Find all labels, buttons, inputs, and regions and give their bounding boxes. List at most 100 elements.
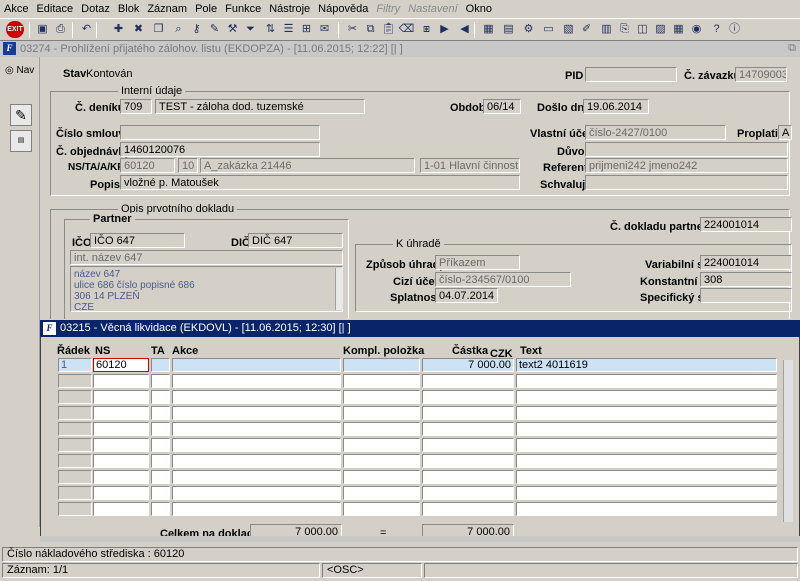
grid-cell-text[interactable] [516, 486, 777, 500]
web-icon[interactable]: ◉ [688, 21, 705, 38]
grid-cell-radek[interactable]: 1 [58, 358, 92, 372]
cut-icon[interactable]: ✂ [344, 21, 361, 38]
c-zavazku-field[interactable]: 1470900393 [735, 67, 787, 82]
grid-cell-ns[interactable] [93, 438, 149, 452]
menu-napoveda[interactable]: Nápověda [314, 0, 372, 18]
nav-button[interactable]: ◎ Nav [5, 65, 34, 76]
execute-icon[interactable]: ▶ [436, 21, 453, 38]
int-nazev-field[interactable]: int. název 647 [70, 250, 343, 265]
menu-blok[interactable]: Blok [114, 0, 143, 18]
grid-cell-akce[interactable] [172, 486, 341, 500]
grid-cell-castka[interactable]: 7 000.00 [422, 358, 514, 372]
document-list-icon[interactable]: ▤ [10, 130, 32, 152]
address-box[interactable]: název 647 ulice 686 číslo popisné 686 30… [70, 266, 343, 312]
table-icon[interactable]: ▦ [670, 21, 687, 38]
grid-cell-kompl[interactable] [343, 438, 420, 452]
address-scrollbar[interactable] [335, 268, 343, 310]
mail-icon[interactable]: ✉ [316, 21, 333, 38]
grid-cell-radek[interactable] [58, 502, 92, 516]
grid-cell-text[interactable] [516, 470, 777, 484]
proplatit-field[interactable]: A [778, 125, 792, 140]
grid-cell-text[interactable] [516, 374, 777, 388]
schvaluje-field[interactable] [585, 175, 788, 190]
grid-cell-akce[interactable] [172, 358, 341, 372]
grid-cell-castka[interactable] [422, 486, 514, 500]
grid-cell-ns[interactable] [93, 470, 149, 484]
menu-zaznam[interactable]: Záznam [143, 0, 191, 18]
edit-icon[interactable]: ✎ [206, 21, 223, 38]
duplicate-record-icon[interactable]: ❐ [150, 21, 167, 38]
grid-cell-text[interactable] [516, 438, 777, 452]
info-icon[interactable]: ⓘ [726, 21, 743, 38]
splatnost-field[interactable]: 04.07.2014 [435, 288, 498, 303]
grid-cell-ns[interactable] [93, 422, 149, 436]
grid-cell-text[interactable] [516, 422, 777, 436]
grid-cell-akce[interactable] [172, 390, 341, 404]
menu-dotaz[interactable]: Dotaz [77, 0, 114, 18]
grid-scrollbar[interactable] [783, 360, 793, 522]
grid-cell-ta[interactable] [151, 390, 170, 404]
grid-cell-kompl[interactable] [343, 502, 420, 516]
grid-cell-castka[interactable] [422, 374, 514, 388]
filter-icon[interactable]: ⏷ [242, 21, 259, 38]
grid-cell-akce[interactable] [172, 470, 341, 484]
menu-akce[interactable]: Akce [0, 0, 32, 18]
a-field[interactable]: A_zakázka 21446 [200, 158, 415, 173]
ico-field[interactable]: IČO 647 [90, 233, 185, 248]
grid-cell-akce[interactable] [172, 374, 341, 388]
list-icon[interactable]: ☰ [280, 21, 297, 38]
variabilni-field[interactable]: 224001014 [700, 255, 792, 270]
grid-cell-text[interactable]: text2 4011619 [516, 358, 777, 372]
doslo-dne-field[interactable]: 19.06.2014 [583, 99, 649, 114]
grid-cell-ta[interactable] [151, 502, 170, 516]
grid-cell-ta[interactable] [151, 438, 170, 452]
grid-cell-ta[interactable] [151, 406, 170, 420]
grid-cell-radek[interactable] [58, 470, 92, 484]
popis-field[interactable]: vložné p. Matoušek [120, 175, 520, 190]
grid-cell-kompl[interactable] [343, 486, 420, 500]
calc-icon[interactable]: ▦ [480, 21, 497, 38]
grid-cell-kompl[interactable] [343, 422, 420, 436]
specificky-field[interactable] [700, 288, 792, 303]
menu-editace[interactable]: Editace [32, 0, 77, 18]
grid-cell-kompl[interactable] [343, 470, 420, 484]
gear-icon[interactable]: ⚙ [520, 21, 537, 38]
grid-cell-ns[interactable] [93, 502, 149, 516]
find-icon[interactable]: ⌕ [170, 21, 187, 38]
window-icon[interactable]: ◫ [634, 21, 651, 38]
grid-cell-radek[interactable] [58, 486, 92, 500]
clear-icon[interactable]: ⌫ [398, 21, 415, 38]
menu-okno[interactable]: Okno [462, 0, 496, 18]
grid-cell-castka[interactable] [422, 438, 514, 452]
restore-window-icon[interactable]: ⧉ [788, 42, 796, 55]
grid-cell-ta[interactable] [151, 486, 170, 500]
grid-cell-akce[interactable] [172, 438, 341, 452]
grid-cell-ns[interactable] [93, 374, 149, 388]
grid-cell-ta[interactable] [151, 454, 170, 468]
print-icon[interactable]: ⎙ [52, 21, 69, 38]
grid-cell-text[interactable] [516, 502, 777, 516]
c-deniku-text-field[interactable]: TEST - záloha dod. tuzemské [155, 99, 365, 114]
referent-field[interactable]: prijmeni242 jmeno242 [585, 158, 788, 173]
grid-cell-ns[interactable] [93, 390, 149, 404]
grid-cell-radek[interactable] [58, 454, 92, 468]
paste-icon[interactable]: 📋︎ [380, 21, 397, 38]
grid-cell-castka[interactable] [422, 502, 514, 516]
lock-icon[interactable]: ⚷ [188, 21, 205, 38]
arrow-left-icon[interactable]: ◀ [456, 21, 473, 38]
vlastni-ucet-field[interactable]: číslo-2427/0100 [585, 125, 726, 140]
tools-icon[interactable]: ⚒ [224, 21, 241, 38]
save-icon[interactable]: ▣ [34, 21, 51, 38]
grid-cell-kompl[interactable] [343, 374, 420, 388]
grid-cell-radek[interactable] [58, 406, 92, 420]
grid-cell-radek[interactable] [58, 390, 92, 404]
attach-icon[interactable]: ⎘ [616, 21, 633, 38]
grid-cell-castka[interactable] [422, 470, 514, 484]
grid-cell-text[interactable] [516, 406, 777, 420]
grid-cell-ns[interactable] [93, 454, 149, 468]
grid-cell-ns[interactable]: 60120 [93, 358, 149, 372]
menu-funkce[interactable]: Funkce [221, 0, 265, 18]
grid-cell-castka[interactable] [422, 422, 514, 436]
menu-pole[interactable]: Pole [191, 0, 221, 18]
c-deniku-field[interactable]: 709 [120, 99, 152, 114]
